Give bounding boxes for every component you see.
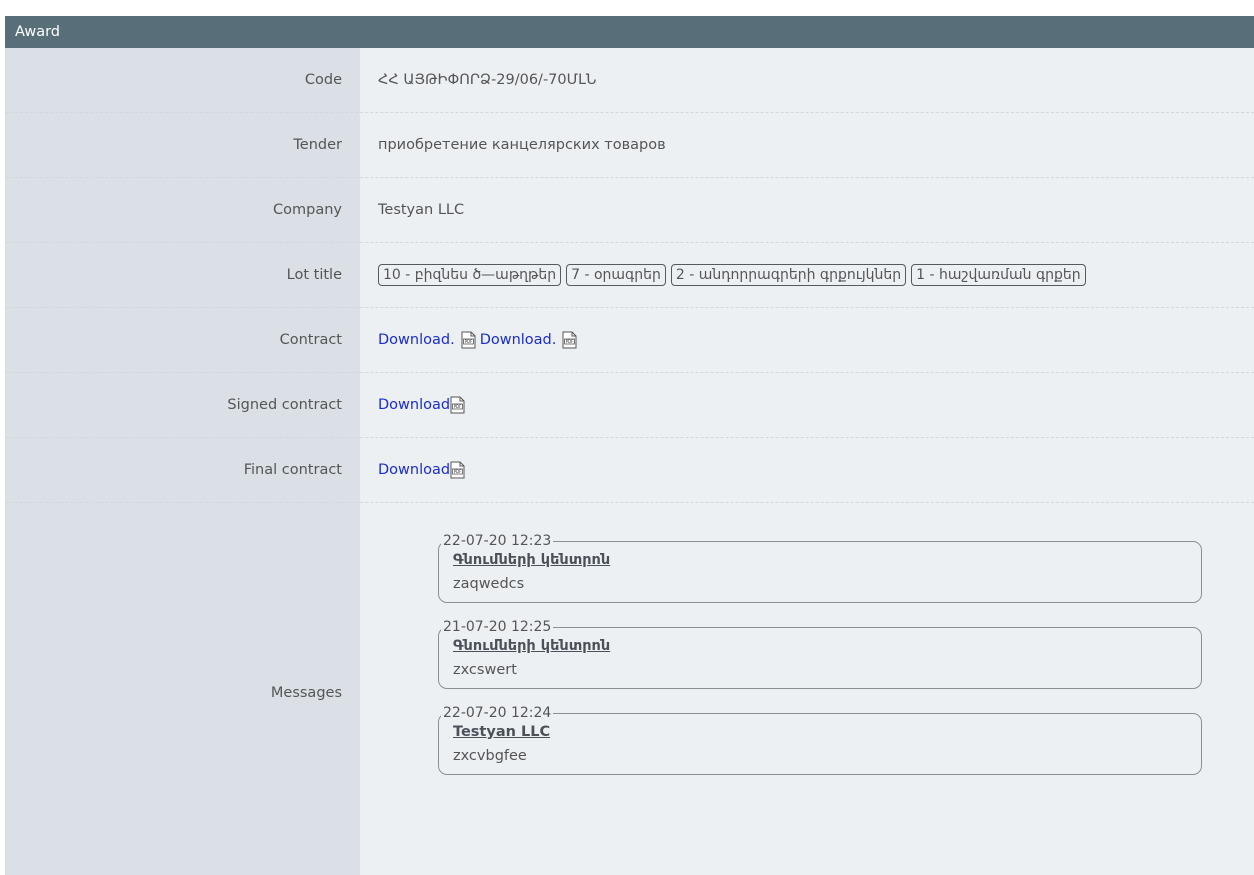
contract-label: Contract (279, 332, 342, 348)
panel-title: Award (5, 16, 1254, 48)
message-text: zaqwedcs (453, 576, 525, 592)
row-tender: Tender приобретение канцелярских товаров (5, 113, 1254, 178)
row-lot-title: Lot title 10 - բիզնես ծ—աթղթեր 7 - օրագր… (5, 243, 1254, 308)
row-signed-contract: Signed contract Download PDF (5, 373, 1254, 438)
lot-tags: 10 - բիզնես ծ—աթղթեր 7 - օրագրեր 2 - անդ… (378, 264, 1086, 286)
row-company: Company Testyan LLC (5, 178, 1254, 243)
lot-title-label: Lot title (286, 267, 342, 283)
message-author-link[interactable]: Testyan LLC (453, 724, 550, 740)
messages-label: Messages (270, 685, 342, 701)
lot-tag[interactable]: 7 - օրագրեր (566, 264, 666, 286)
final-contract-download-link[interactable]: Download (378, 462, 450, 478)
contract-download-link[interactable]: Download. (378, 332, 455, 348)
signed-contract-download-link[interactable]: Download (378, 397, 450, 413)
contract-download-link[interactable]: Download. (480, 332, 557, 348)
company-label: Company (273, 202, 342, 218)
code-value: ՀՀ ԱՅԹԻՓՈՐՁ-29/06/-70ՄԼՆ (378, 72, 597, 88)
final-contract-value: Download PDF (360, 438, 1254, 502)
lot-title-value: 10 - բիզնես ծ—աթղթեր 7 - օրագրեր 2 - անդ… (360, 243, 1254, 307)
pdf-file-icon[interactable]: PDF (450, 396, 465, 414)
lot-tag[interactable]: 2 - անդորրագրերի գրքույկներ (670, 264, 907, 286)
svg-text:PDF: PDF (454, 404, 462, 409)
lot-tag[interactable]: 10 - բիզնես ծ—աթղթեր (378, 264, 562, 286)
signed-contract-value: Download PDF (360, 373, 1254, 437)
row-messages: Messages 22-07-20 12:23 Գնումների կենտրո… (5, 503, 1254, 775)
svg-text:PDF: PDF (566, 339, 574, 344)
message-date: 22-07-20 12:24 (443, 705, 552, 721)
message-card: 22-07-20 12:23 Գնումների կենտրոն zaqwedc… (438, 533, 1202, 603)
message-date: 22-07-20 12:23 (443, 533, 552, 549)
tender-value: приобретение канцелярских товаров (378, 137, 666, 153)
row-final-contract: Final contract Download PDF (5, 438, 1254, 503)
svg-text:PDF: PDF (464, 339, 472, 344)
messages-list: 22-07-20 12:23 Գնումների կենտրոն zaqwedc… (360, 503, 1202, 791)
lot-tag[interactable]: 1 - հաշվառման գրքեր (911, 264, 1086, 286)
tender-label: Tender (293, 137, 342, 153)
pdf-file-icon[interactable]: PDF (450, 461, 465, 479)
svg-text:PDF: PDF (454, 469, 462, 474)
message-text: zxcswert (453, 662, 517, 678)
row-contract: Contract Download. PDF Download. PDF (5, 308, 1254, 373)
row-code: Code ՀՀ ԱՅԹԻՓՈՐՁ-29/06/-70ՄԼՆ (5, 48, 1254, 113)
award-panel: Award Code ՀՀ ԱՅԹԻՓՈՐՁ-29/06/-70ՄԼՆ Tend… (5, 16, 1254, 875)
contract-value: Download. PDF Download. PDF (360, 308, 1254, 372)
message-card: 22-07-20 12:24 Testyan LLC zxcvbgfee (438, 705, 1202, 775)
company-value: Testyan LLC (378, 202, 465, 218)
message-card: 21-07-20 12:25 Գնումների կենտրոն zxcswer… (438, 619, 1202, 689)
code-label: Code (304, 72, 342, 88)
pdf-file-icon[interactable]: PDF (461, 331, 476, 349)
message-author-link[interactable]: Գնումների կենտրոն (453, 638, 610, 654)
final-contract-label: Final contract (243, 462, 342, 478)
message-author-link[interactable]: Գնումների կենտրոն (453, 552, 610, 568)
message-text: zxcvbgfee (453, 748, 527, 764)
message-date: 21-07-20 12:25 (443, 619, 552, 635)
signed-contract-label: Signed contract (227, 397, 342, 413)
pdf-file-icon[interactable]: PDF (562, 331, 577, 349)
